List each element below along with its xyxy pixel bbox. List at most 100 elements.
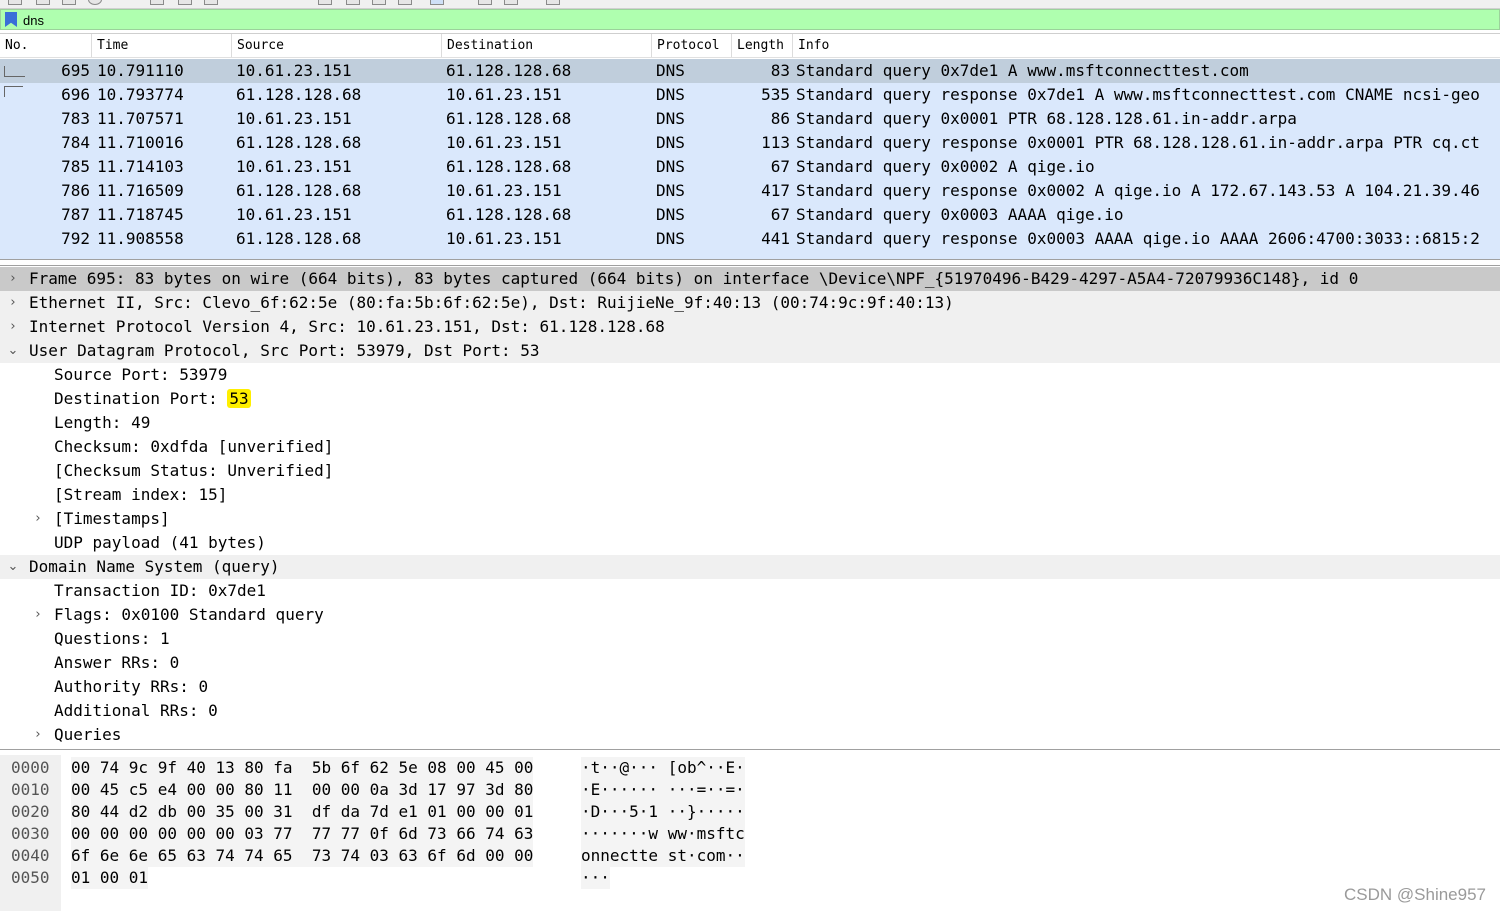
bytes-offset[interactable]: 0040 (11, 845, 50, 867)
packet-row[interactable]: 783 11.707571 10.61.23.151 61.128.128.68 DNS… (0, 107, 1500, 131)
packet-row[interactable]: 695 10.791110 10.61.23.151 61.128.128.68 DNS… (0, 59, 1500, 83)
open-file-icon[interactable] (8, 0, 22, 5)
filter-bookmark-icon[interactable] (5, 12, 17, 27)
tree-item-dns[interactable]: ⌄ Domain Name System (query) (0, 555, 1500, 579)
tree-item-dns-questions[interactable]: Questions: 1 (0, 627, 1500, 651)
tree-label-dns-answer-rrs: Answer RRs: 0 (54, 653, 180, 672)
bytes-hex[interactable]: 00 00 00 00 00 00 03 77 77 77 0f 6d 73 6… (71, 823, 534, 845)
tree-label-dns-txid: Transaction ID: 0x7de1 (54, 581, 266, 600)
tree-label-udp-checksum: Checksum: 0xdfda [unverified] (54, 437, 334, 456)
zoom-out-icon[interactable] (398, 0, 412, 5)
chevron-down-icon[interactable]: ⌄ (6, 339, 20, 363)
cell-length: 83 (770, 61, 790, 80)
packet-row[interactable]: 785 11.714103 10.61.23.151 61.128.128.68 DNS… (0, 155, 1500, 179)
packet-row[interactable]: 786 11.716509 61.128.128.68 10.61.23.151 DNS… (0, 179, 1500, 203)
tree-item-udp-timestamps[interactable]: › [Timestamps] (0, 507, 1500, 531)
column-header-destination[interactable]: Destination (442, 34, 652, 57)
find-packet-icon[interactable] (150, 0, 164, 5)
chevron-right-icon[interactable]: › (31, 603, 45, 627)
tree-label-dns-authority-rrs: Authority RRs: 0 (54, 677, 209, 696)
tree-item-dns-queries[interactable]: › Queries (0, 723, 1500, 747)
packet-row[interactable]: 787 11.718745 10.61.23.151 61.128.128.68 DNS… (0, 203, 1500, 227)
bytes-ascii[interactable]: onnectte st·com·· (581, 845, 745, 867)
chevron-right-icon[interactable]: › (31, 507, 45, 531)
bytes-hex[interactable]: 6f 6e 6e 65 63 74 74 65 73 74 03 63 6f 6… (71, 845, 534, 867)
packet-bytes-pane: 0000 00 74 9c 9f 40 13 80 fa 5b 6f 62 5e … (0, 755, 1500, 911)
chevron-right-icon[interactable]: › (6, 267, 20, 291)
display-filter-input[interactable] (23, 11, 1423, 29)
cell-length: 417 (761, 181, 790, 200)
tree-item-dns-authority-rrs[interactable]: Authority RRs: 0 (0, 675, 1500, 699)
column-header-source[interactable]: Source (232, 34, 442, 57)
go-back-icon[interactable] (178, 0, 192, 5)
column-header-protocol[interactable]: Protocol (652, 34, 732, 57)
packet-row[interactable]: 792 11.908558 61.128.128.68 10.61.23.151 DNS… (0, 227, 1500, 251)
bytes-ascii[interactable]: ··· (581, 867, 610, 889)
bytes-offset[interactable]: 0020 (11, 801, 50, 823)
main-toolbar (0, 0, 1500, 9)
chevron-right-icon[interactable]: › (6, 315, 20, 339)
bytes-row: 0040 6f 6e 6e 65 63 74 74 65 73 74 03 63 … (0, 845, 1500, 867)
tree-item-dns-flags[interactable]: › Flags: 0x0100 Standard query (0, 603, 1500, 627)
reload-icon[interactable] (88, 0, 102, 5)
column-header-info[interactable]: Info (793, 34, 1500, 57)
colorize-icon[interactable] (318, 0, 332, 5)
cell-length: 67 (770, 157, 790, 176)
resize-columns-icon[interactable] (478, 0, 492, 5)
chevron-right-icon[interactable]: › (31, 723, 45, 747)
tree-item-udp-payload[interactable]: UDP payload (41 bytes) (0, 531, 1500, 555)
tree-label-udp-payload: UDP payload (41 bytes) (54, 533, 266, 552)
tree-item-udp-checksum[interactable]: Checksum: 0xdfda [unverified] (0, 435, 1500, 459)
column-header-time[interactable]: Time (92, 34, 232, 57)
packet-row[interactable]: 696 10.793774 61.128.128.68 10.61.23.151 DNS… (0, 83, 1500, 107)
tree-item-udp-dst-port[interactable]: Destination Port: 53 (0, 387, 1500, 411)
tree-label-ethernet: Ethernet II, Src: Clevo_6f:62:5e (80:fa:… (29, 293, 954, 312)
bytes-hex[interactable]: 80 44 d2 db 00 35 00 31 df da 7d e1 01 0… (71, 801, 534, 823)
packet-list-empty-area (0, 251, 1500, 259)
go-forward-icon[interactable] (204, 0, 218, 5)
cell-info: Standard query response 0x0001 PTR 68.12… (796, 133, 1480, 152)
bytes-offset[interactable]: 0050 (11, 867, 50, 889)
column-header-no[interactable]: No. (0, 34, 92, 57)
tree-label-dns-queries: Queries (54, 725, 122, 744)
bytes-hex[interactable]: 00 74 9c 9f 40 13 80 fa 5b 6f 62 5e 08 0… (71, 757, 534, 779)
tree-item-dns-additional-rrs[interactable]: Additional RRs: 0 (0, 699, 1500, 723)
packet-row[interactable]: 784 11.710016 61.128.128.68 10.61.23.151 DNS… (0, 131, 1500, 155)
close-file-icon[interactable] (62, 0, 76, 5)
chevron-right-icon[interactable]: › (6, 291, 20, 315)
tree-label-dns-additional-rrs: Additional RRs: 0 (54, 701, 218, 720)
tree-item-udp[interactable]: ⌄ User Datagram Protocol, Src Port: 5397… (0, 339, 1500, 363)
autoscroll-icon[interactable] (346, 0, 360, 5)
bytes-row: 0000 00 74 9c 9f 40 13 80 fa 5b 6f 62 5e … (0, 757, 1500, 779)
save-file-icon[interactable] (36, 0, 50, 5)
collapse-all-icon[interactable] (546, 0, 560, 5)
bytes-ascii[interactable]: ·E······ ···=··=· (581, 779, 745, 801)
bytes-offset[interactable]: 0030 (11, 823, 50, 845)
column-header-length[interactable]: Length (732, 34, 793, 57)
bytes-ascii[interactable]: ·D···5·1 ··}····· (581, 801, 745, 823)
tree-item-ip[interactable]: › Internet Protocol Version 4, Src: 10.6… (0, 315, 1500, 339)
tree-label-udp-checksum-status: [Checksum Status: Unverified] (54, 461, 334, 480)
tree-item-udp-length[interactable]: Length: 49 (0, 411, 1500, 435)
dst-port-label: Destination Port: (54, 389, 228, 408)
bytes-ascii[interactable]: ·t··@··· [ob^··E· (581, 757, 745, 779)
zoom-in-icon[interactable] (372, 0, 386, 5)
tree-item-udp-checksum-status[interactable]: [Checksum Status: Unverified] (0, 459, 1500, 483)
expand-all-icon[interactable] (504, 0, 518, 5)
tree-item-ethernet[interactable]: › Ethernet II, Src: Clevo_6f:62:5e (80:f… (0, 291, 1500, 315)
bytes-offset[interactable]: 0000 (11, 757, 50, 779)
bytes-offset[interactable]: 0010 (11, 779, 50, 801)
related-packet-request-icon (4, 66, 25, 77)
chevron-down-icon[interactable]: ⌄ (6, 555, 20, 579)
bytes-hex[interactable]: 01 00 01 (71, 867, 149, 889)
tree-item-udp-stream-index[interactable]: [Stream index: 15] (0, 483, 1500, 507)
bytes-hex[interactable]: 00 45 c5 e4 00 00 80 11 00 00 0a 3d 17 9… (71, 779, 534, 801)
tree-item-dns-txid[interactable]: Transaction ID: 0x7de1 (0, 579, 1500, 603)
bytes-ascii[interactable]: ·······w ww·msftc (581, 823, 745, 845)
normal-size-icon[interactable] (430, 0, 444, 5)
tree-item-dns-answer-rrs[interactable]: Answer RRs: 0 (0, 651, 1500, 675)
tree-item-udp-src-port[interactable]: Source Port: 53979 (0, 363, 1500, 387)
tree-item-frame[interactable]: › Frame 695: 83 bytes on wire (664 bits)… (0, 267, 1500, 291)
tree-label-ip: Internet Protocol Version 4, Src: 10.61.… (29, 317, 665, 336)
cell-info: Standard query 0x0001 PTR 68.128.128.61.… (796, 109, 1297, 128)
